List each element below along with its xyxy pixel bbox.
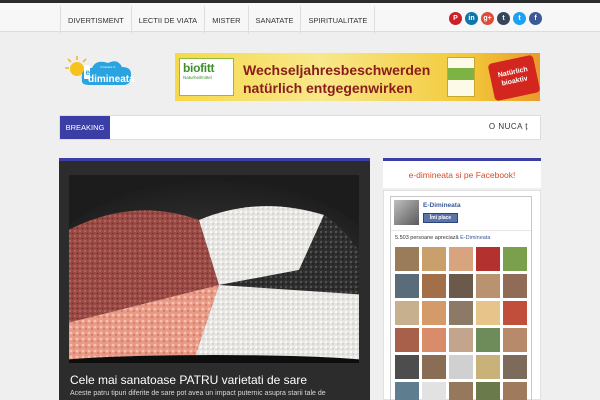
sun-cloud-logo-icon: în fiecare zi dimineata e <box>65 56 135 85</box>
fan-avatar[interactable] <box>422 382 446 400</box>
logo-text: dimineata <box>88 74 135 85</box>
breaking-label: BREAKING <box>60 116 110 139</box>
ad-headline-2: natürlich entgegenwirken <box>243 80 413 96</box>
tumblr-icon[interactable]: t <box>497 12 510 25</box>
fan-avatar[interactable] <box>503 274 527 298</box>
fan-avatar[interactable] <box>422 274 446 298</box>
facebook-like-box: E-Dimineata Îmi place 5.503 persoane apr… <box>390 196 532 400</box>
featured-article[interactable]: Cele mai sanatoase PATRU varietati de sa… <box>59 158 370 400</box>
main-nav: DIVERTISMENT LECTII DE VIATA MISTER SANA… <box>60 6 376 34</box>
fan-avatar[interactable] <box>449 382 473 400</box>
facebook-widget-heading: e-dimineata si pe Facebook! <box>383 158 541 188</box>
page-avatar[interactable] <box>394 200 419 225</box>
fan-avatar[interactable] <box>476 328 500 352</box>
divider <box>391 230 531 231</box>
fan-avatar[interactable] <box>449 355 473 379</box>
fan-avatar[interactable] <box>422 301 446 325</box>
linkedin-icon[interactable]: in <box>465 12 478 25</box>
breaking-ticker[interactable]: O NUCA ț <box>489 122 528 131</box>
breaking-news-bar: BREAKING O NUCA ț <box>59 115 541 140</box>
likes-count: 5.503 persoane apreciază E-Dimineata <box>395 235 490 241</box>
fan-avatar[interactable] <box>395 301 419 325</box>
ad-badge: Natürlich bioaktiv <box>487 54 541 102</box>
fan-avatar[interactable] <box>449 247 473 271</box>
product-box-image <box>447 57 475 97</box>
fan-avatar[interactable] <box>395 382 419 400</box>
fan-avatar[interactable] <box>449 301 473 325</box>
twitter-icon[interactable]: t <box>513 12 526 25</box>
fan-avatar[interactable] <box>395 274 419 298</box>
googleplus-icon[interactable]: g+ <box>481 12 494 25</box>
fan-avatar[interactable] <box>503 247 527 271</box>
fan-avatar[interactable] <box>422 247 446 271</box>
fan-avatar[interactable] <box>395 355 419 379</box>
fan-avatar[interactable] <box>422 355 446 379</box>
fan-avatar[interactable] <box>503 328 527 352</box>
svg-text:în fiecare zi: în fiecare zi <box>99 65 116 69</box>
likes-count-text: 5.503 persoane apreciază <box>395 235 459 241</box>
fan-avatar[interactable] <box>503 382 527 400</box>
nav-item-sanatate[interactable]: SANATATE <box>247 6 301 34</box>
nav-item-spiritualitate[interactable]: SPIRITUALITATE <box>300 6 376 34</box>
pinterest-icon[interactable]: P <box>449 12 462 25</box>
fan-avatar[interactable] <box>449 274 473 298</box>
like-button[interactable]: Îmi place <box>423 213 458 223</box>
featured-title[interactable]: Cele mai sanatoase PATRU varietati de sa… <box>70 373 307 387</box>
fan-avatar[interactable] <box>503 355 527 379</box>
ad-banner[interactable]: biofitt Naturheilmittel Wechseljahresbes… <box>175 53 541 102</box>
nav-item-mister[interactable]: MISTER <box>204 6 247 34</box>
ad-brand: biofitt <box>183 61 215 75</box>
facebook-widget: E-Dimineata Îmi place 5.503 persoane apr… <box>383 190 541 400</box>
fan-avatar[interactable] <box>395 328 419 352</box>
fan-avatar[interactable] <box>476 247 500 271</box>
fan-avatar[interactable] <box>476 355 500 379</box>
likes-page-link[interactable]: E-Dimineata <box>460 235 490 241</box>
site-logo[interactable]: în fiecare zi dimineata e <box>64 54 136 94</box>
ad-headline-1: Wechseljahresbeschwerden <box>243 62 431 78</box>
facebook-icon[interactable]: f <box>529 12 542 25</box>
svg-text:e: e <box>86 68 91 77</box>
fan-avatar[interactable] <box>422 328 446 352</box>
fan-avatar[interactable] <box>449 328 473 352</box>
top-bar: DIVERTISMENT LECTII DE VIATA MISTER SANA… <box>0 0 600 34</box>
fan-avatar[interactable] <box>476 274 500 298</box>
social-links: P in g+ t t f <box>449 12 542 25</box>
page-name[interactable]: E-Dimineata <box>423 202 461 209</box>
nav-item-divertisment[interactable]: DIVERTISMENT <box>60 6 131 34</box>
ad-brand-logo: biofitt Naturheilmittel <box>179 58 234 96</box>
nav-item-lectii-de-viata[interactable]: LECTII DE VIATA <box>130 6 204 34</box>
fan-avatar[interactable] <box>503 301 527 325</box>
fan-avatar[interactable] <box>395 247 419 271</box>
fan-avatar[interactable] <box>476 382 500 400</box>
featured-excerpt: Aceste patru tipuri diferite de sare pot… <box>70 390 326 397</box>
ad-brand-sub: Naturheilmittel <box>183 75 212 80</box>
fans-grid <box>395 247 527 400</box>
fan-avatar[interactable] <box>476 301 500 325</box>
featured-image-salts[interactable] <box>69 175 359 363</box>
